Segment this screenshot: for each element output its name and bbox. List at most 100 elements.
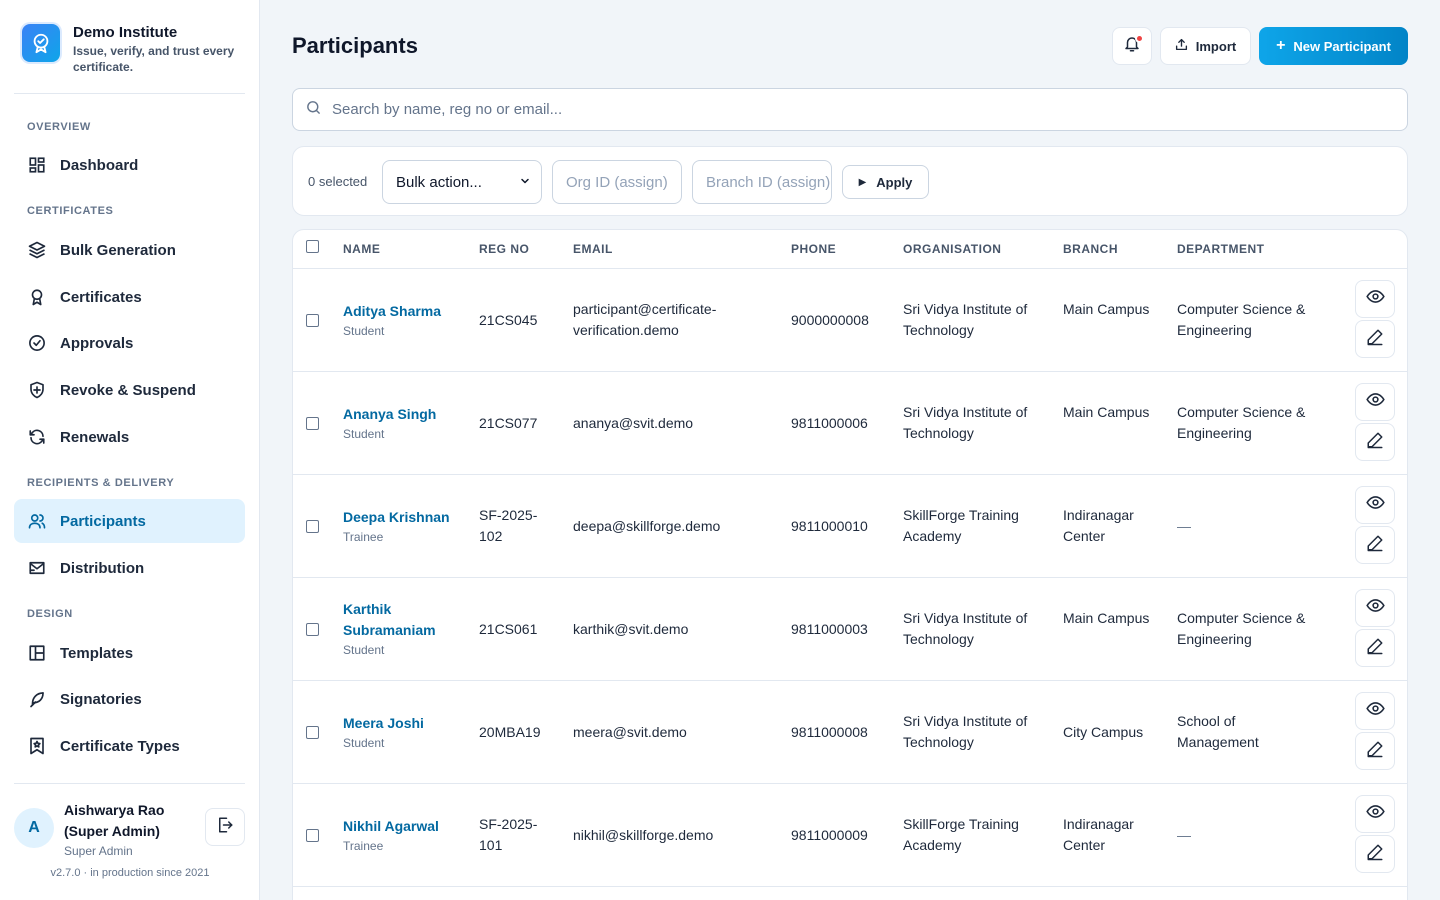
- branch: Indiranagar Center: [1063, 507, 1134, 544]
- participant-name-link[interactable]: Karthik Subramaniam: [343, 599, 463, 641]
- reg-no: 21CS077: [479, 415, 538, 431]
- branch-id-input[interactable]: Branch ID (assign): [692, 160, 832, 204]
- participant-type: Student: [343, 643, 385, 657]
- search-input[interactable]: [332, 101, 1332, 118]
- bulk-action-select[interactable]: Bulk action...: [382, 160, 542, 204]
- sidebar-item-label: Revoke & Suspend: [60, 381, 196, 399]
- sidebar-item-participants[interactable]: Participants: [14, 499, 245, 543]
- branch: Main Campus: [1063, 301, 1150, 317]
- view-button[interactable]: [1355, 589, 1395, 627]
- email: nikhil@skillforge.demo: [573, 827, 714, 843]
- brand-logo-icon: [22, 24, 60, 62]
- pencil-icon: [1366, 637, 1384, 660]
- row-checkbox[interactable]: [306, 829, 319, 842]
- column-header: EMAIL: [573, 242, 613, 256]
- department: Computer Science & Engineering: [1177, 610, 1306, 647]
- import-button[interactable]: Import: [1160, 27, 1251, 65]
- sidebar-item-label: Approvals: [60, 334, 134, 352]
- search-icon: [305, 99, 322, 121]
- sidebar-item-certificates[interactable]: Certificates: [14, 275, 245, 319]
- row-checkbox[interactable]: [306, 314, 319, 327]
- sidebar-item-bulk-generation[interactable]: Bulk Generation: [14, 228, 245, 272]
- notifications-button[interactable]: [1112, 27, 1152, 65]
- sidebar-item-certificate-types[interactable]: Certificate Types: [14, 724, 245, 768]
- view-button[interactable]: [1355, 795, 1395, 833]
- column-header: BRANCH: [1063, 242, 1118, 256]
- selected-count: 0 selected: [308, 174, 368, 189]
- sidebar-item-label: Renewals: [60, 428, 130, 446]
- sidebar-item-revoke-suspend[interactable]: Revoke & Suspend: [14, 368, 245, 412]
- column-header: REG NO: [479, 242, 530, 256]
- sidebar-item-templates[interactable]: Templates: [14, 631, 245, 675]
- column-header: PHONE: [791, 242, 837, 256]
- logout-button[interactable]: [205, 808, 245, 846]
- column-header: NAME: [343, 242, 381, 256]
- sidebar-item-approvals[interactable]: Approvals: [14, 321, 245, 365]
- view-button[interactable]: [1355, 486, 1395, 524]
- brand-name: Demo Institute: [73, 24, 178, 41]
- sidebar-item-dashboard[interactable]: Dashboard: [14, 143, 245, 187]
- feather-icon: [28, 690, 46, 708]
- participant-name-link[interactable]: Deepa Krishnan: [343, 507, 473, 528]
- pencil-icon: [1366, 431, 1384, 454]
- org-id-input[interactable]: Org ID (assign): [552, 160, 682, 204]
- view-button[interactable]: [1355, 692, 1395, 730]
- check-circle-icon: [28, 334, 46, 352]
- upload-icon: [1175, 38, 1196, 54]
- reg-no: 21CS045: [479, 312, 538, 328]
- sidebar-item-signatories[interactable]: Signatories: [14, 677, 245, 721]
- organisation: Sri Vidya Institute of Technology: [903, 610, 1028, 647]
- view-button[interactable]: [1355, 280, 1395, 318]
- participant-name-link[interactable]: Meera Joshi: [343, 713, 473, 734]
- participant-name-link[interactable]: Ananya Singh: [343, 404, 473, 425]
- edit-button[interactable]: [1355, 835, 1395, 873]
- edit-button[interactable]: [1355, 423, 1395, 461]
- participant-name-link[interactable]: Nikhil Agarwal: [343, 816, 473, 837]
- sidebar-item-distribution[interactable]: Distribution: [14, 546, 245, 590]
- pencil-icon: [1366, 534, 1384, 557]
- organisation: SkillForge Training Academy: [903, 507, 1019, 544]
- section-design: DESIGN: [27, 608, 73, 620]
- organisation: SkillForge Training Academy: [903, 816, 1019, 853]
- phone: 9811000008: [791, 724, 868, 740]
- section-certificates: CERTIFICATES: [27, 205, 114, 217]
- participant-name-link[interactable]: Aditya Sharma: [343, 301, 473, 322]
- row-checkbox[interactable]: [306, 417, 319, 430]
- reg-no: SF-2025-102: [479, 507, 538, 544]
- participant-type: Student: [343, 427, 385, 441]
- bulk-action-value: Bulk action...: [396, 173, 482, 191]
- row-checkbox[interactable]: [306, 623, 319, 636]
- organisation: Sri Vidya Institute of Technology: [903, 301, 1028, 338]
- new-participant-label: New Participant: [1293, 38, 1391, 54]
- new-participant-button[interactable]: + New Participant: [1259, 27, 1408, 65]
- organisation: Sri Vidya Institute of Technology: [903, 404, 1028, 441]
- edit-button[interactable]: [1355, 629, 1395, 667]
- email: ananya@svit.demo: [573, 415, 694, 431]
- user-role: Super Admin: [64, 844, 133, 858]
- branch: Main Campus: [1063, 610, 1150, 626]
- phone: 9811000009: [791, 827, 868, 843]
- bulk-action-bar: 0 selected Bulk action... Org ID (assign…: [292, 146, 1408, 216]
- edit-button[interactable]: [1355, 320, 1395, 358]
- select-all-checkbox[interactable]: [306, 240, 319, 253]
- sidebar: Demo Institute Issue, verify, and trust …: [0, 0, 260, 900]
- row-checkbox[interactable]: [306, 726, 319, 739]
- edit-button[interactable]: [1355, 526, 1395, 564]
- shield-icon: [28, 381, 46, 399]
- edit-button[interactable]: [1355, 732, 1395, 770]
- eye-icon: [1365, 287, 1385, 311]
- view-button[interactable]: [1355, 383, 1395, 421]
- column-header: DEPARTMENT: [1177, 242, 1265, 256]
- sidebar-item-label: Signatories: [60, 690, 142, 708]
- table-row: Deepa Krishnan Trainee SF-2025-102 deepa…: [293, 475, 1407, 578]
- table-row: Karthik Subramaniam Student 21CS061 kart…: [293, 578, 1407, 681]
- refresh-icon: [28, 428, 46, 446]
- brand-tagline: Issue, verify, and trust every certifica…: [73, 44, 235, 74]
- table-row: Nikhil Agarwal Trainee SF-2025-101 nikhi…: [293, 784, 1407, 887]
- layout-icon: [28, 644, 46, 662]
- section-overview: OVERVIEW: [27, 121, 91, 133]
- email: deepa@skillforge.demo: [573, 518, 721, 534]
- sidebar-item-renewals[interactable]: Renewals: [14, 415, 245, 459]
- apply-button[interactable]: ▶ Apply: [842, 165, 929, 199]
- row-checkbox[interactable]: [306, 520, 319, 533]
